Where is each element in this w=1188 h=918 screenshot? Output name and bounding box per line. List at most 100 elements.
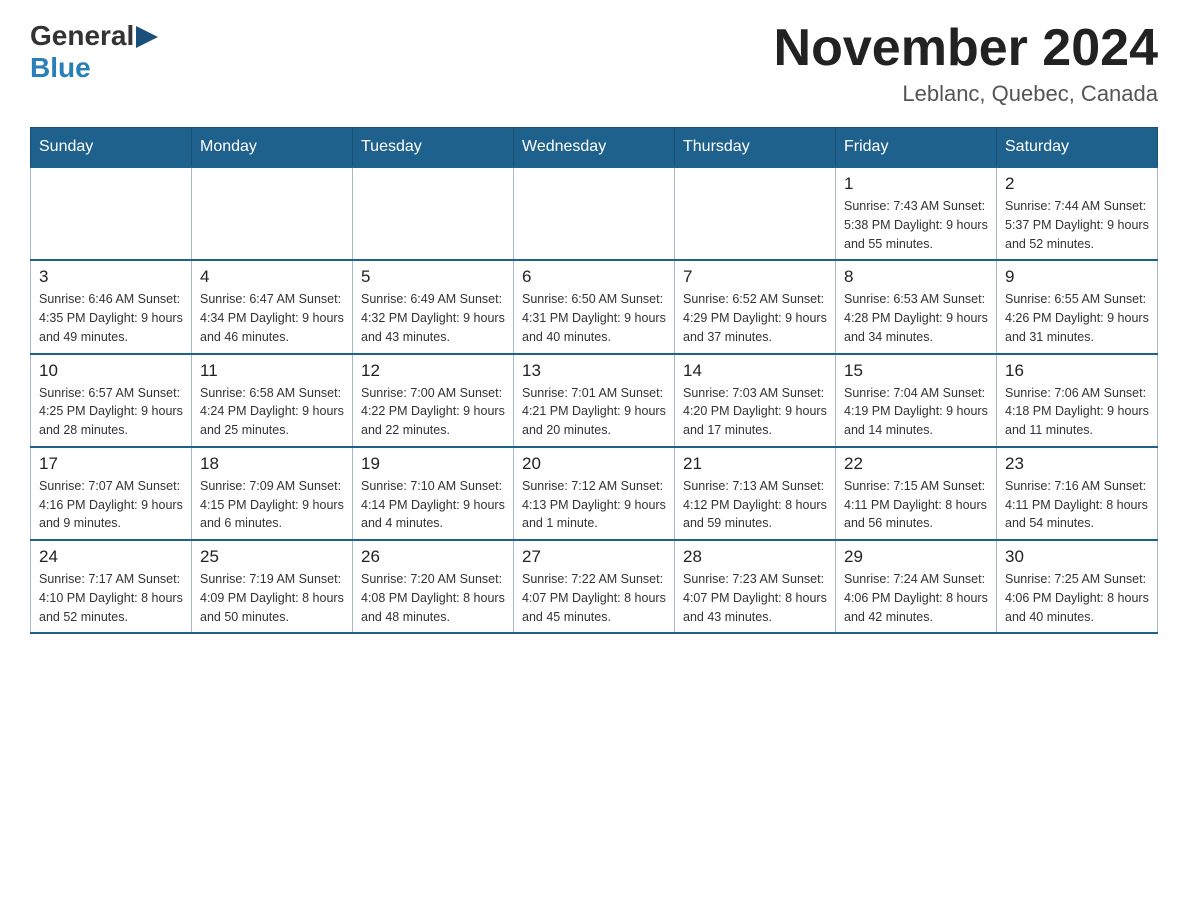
day-number: 16: [1005, 361, 1149, 381]
calendar-day-cell: 25Sunrise: 7:19 AM Sunset: 4:09 PM Dayli…: [192, 540, 353, 633]
day-number: 12: [361, 361, 505, 381]
month-title: November 2024: [774, 20, 1158, 77]
calendar-day-cell: [353, 167, 514, 260]
day-number: 11: [200, 361, 344, 381]
day-info: Sunrise: 7:03 AM Sunset: 4:20 PM Dayligh…: [683, 384, 827, 440]
day-number: 4: [200, 267, 344, 287]
calendar-day-cell: 26 Sunrise: 7:20 AM Sunset: 4:08 PM Dayli…: [353, 540, 514, 633]
day-number: 28: [683, 547, 827, 567]
day-info: Sunrise: 7:06 AM Sunset: 4:18 PM Dayligh…: [1005, 384, 1149, 440]
logo-arrow-icon: [136, 26, 158, 48]
location-subtitle: Leblanc, Quebec, Canada: [774, 81, 1158, 107]
calendar-day-cell: 1Sunrise: 7:43 AM Sunset: 5:38 PM Daylig…: [836, 167, 997, 260]
calendar-day-cell: 8 Sunrise: 6:53 AM Sunset: 4:28 PM Daylig…: [836, 260, 997, 353]
day-info: Sunrise: 7:16 AM Sunset: 4:11 PM Dayligh…: [1005, 477, 1149, 533]
day-info: Sunrise: 7:12 AM Sunset: 4:13 PM Dayligh…: [522, 477, 666, 533]
day-info: Sunrise: 6:46 AM Sunset: 4:35 PM Dayligh…: [39, 290, 183, 346]
calendar-day-cell: [192, 167, 353, 260]
day-number: 3: [39, 267, 183, 287]
day-number: 1: [844, 174, 988, 194]
calendar-day-cell: 19 Sunrise: 7:10 AM Sunset: 4:14 PM Dayli…: [353, 447, 514, 540]
calendar-week-row: 10 Sunrise: 6:57 AM Sunset: 4:25 PM Dayli…: [31, 354, 1158, 447]
calendar-day-header: Wednesday: [514, 128, 675, 168]
calendar-day-cell: 13 Sunrise: 7:01 AM Sunset: 4:21 PM Dayli…: [514, 354, 675, 447]
calendar-day-cell: 16 Sunrise: 7:06 AM Sunset: 4:18 PM Dayli…: [997, 354, 1158, 447]
calendar-day-cell: 18 Sunrise: 7:09 AM Sunset: 4:15 PM Dayli…: [192, 447, 353, 540]
calendar-week-row: 17Sunrise: 7:07 AM Sunset: 4:16 PM Dayli…: [31, 447, 1158, 540]
day-number: 19: [361, 454, 505, 474]
calendar-table: SundayMondayTuesdayWednesdayThursdayFrid…: [30, 127, 1158, 634]
day-number: 17: [39, 454, 183, 474]
day-info: Sunrise: 7:24 AM Sunset: 4:06 PM Dayligh…: [844, 570, 988, 626]
calendar-day-cell: [514, 167, 675, 260]
day-number: 29: [844, 547, 988, 567]
calendar-day-cell: 4 Sunrise: 6:47 AM Sunset: 4:34 PM Daylig…: [192, 260, 353, 353]
day-info: Sunrise: 6:47 AM Sunset: 4:34 PM Dayligh…: [200, 290, 344, 346]
day-info: Sunrise: 7:15 AM Sunset: 4:11 PM Dayligh…: [844, 477, 988, 533]
calendar-week-row: 1Sunrise: 7:43 AM Sunset: 5:38 PM Daylig…: [31, 167, 1158, 260]
day-info: Sunrise: 6:53 AM Sunset: 4:28 PM Dayligh…: [844, 290, 988, 346]
day-number: 9: [1005, 267, 1149, 287]
calendar-day-cell: 27 Sunrise: 7:22 AM Sunset: 4:07 PM Dayli…: [514, 540, 675, 633]
day-number: 24: [39, 547, 183, 567]
title-section: November 2024 Leblanc, Quebec, Canada: [774, 20, 1158, 107]
day-info: Sunrise: 7:04 AM Sunset: 4:19 PM Dayligh…: [844, 384, 988, 440]
calendar-day-cell: 14 Sunrise: 7:03 AM Sunset: 4:20 PM Dayli…: [675, 354, 836, 447]
day-number: 27: [522, 547, 666, 567]
day-number: 26: [361, 547, 505, 567]
day-info: Sunrise: 7:22 AM Sunset: 4:07 PM Dayligh…: [522, 570, 666, 626]
day-info: Sunrise: 7:01 AM Sunset: 4:21 PM Dayligh…: [522, 384, 666, 440]
calendar-day-cell: 5Sunrise: 6:49 AM Sunset: 4:32 PM Daylig…: [353, 260, 514, 353]
page-header: General Blue November 2024 Leblanc, Queb…: [30, 20, 1158, 107]
day-number: 22: [844, 454, 988, 474]
day-info: Sunrise: 7:17 AM Sunset: 4:10 PM Dayligh…: [39, 570, 183, 626]
calendar-day-cell: 11 Sunrise: 6:58 AM Sunset: 4:24 PM Dayli…: [192, 354, 353, 447]
day-info: Sunrise: 7:19 AM Sunset: 4:09 PM Dayligh…: [200, 570, 344, 626]
calendar-day-header: Tuesday: [353, 128, 514, 168]
calendar-day-cell: 2 Sunrise: 7:44 AM Sunset: 5:37 PM Daylig…: [997, 167, 1158, 260]
day-number: 10: [39, 361, 183, 381]
calendar-day-cell: 3 Sunrise: 6:46 AM Sunset: 4:35 PM Daylig…: [31, 260, 192, 353]
day-info: Sunrise: 7:25 AM Sunset: 4:06 PM Dayligh…: [1005, 570, 1149, 626]
calendar-day-cell: 10 Sunrise: 6:57 AM Sunset: 4:25 PM Dayli…: [31, 354, 192, 447]
day-number: 14: [683, 361, 827, 381]
day-info: Sunrise: 6:58 AM Sunset: 4:24 PM Dayligh…: [200, 384, 344, 440]
calendar-day-cell: [31, 167, 192, 260]
day-number: 7: [683, 267, 827, 287]
logo-general-text: General: [30, 20, 134, 52]
day-info: Sunrise: 7:23 AM Sunset: 4:07 PM Dayligh…: [683, 570, 827, 626]
day-number: 18: [200, 454, 344, 474]
day-number: 23: [1005, 454, 1149, 474]
calendar-day-cell: 12 Sunrise: 7:00 AM Sunset: 4:22 PM Dayli…: [353, 354, 514, 447]
calendar-day-cell: 21Sunrise: 7:13 AM Sunset: 4:12 PM Dayli…: [675, 447, 836, 540]
day-info: Sunrise: 6:57 AM Sunset: 4:25 PM Dayligh…: [39, 384, 183, 440]
day-info: Sunrise: 6:50 AM Sunset: 4:31 PM Dayligh…: [522, 290, 666, 346]
day-number: 20: [522, 454, 666, 474]
calendar-week-row: 24 Sunrise: 7:17 AM Sunset: 4:10 PM Dayli…: [31, 540, 1158, 633]
calendar-day-cell: 6 Sunrise: 6:50 AM Sunset: 4:31 PM Daylig…: [514, 260, 675, 353]
day-info: Sunrise: 7:00 AM Sunset: 4:22 PM Dayligh…: [361, 384, 505, 440]
day-info: Sunrise: 7:10 AM Sunset: 4:14 PM Dayligh…: [361, 477, 505, 533]
day-number: 2: [1005, 174, 1149, 194]
calendar-day-cell: [675, 167, 836, 260]
day-info: Sunrise: 6:55 AM Sunset: 4:26 PM Dayligh…: [1005, 290, 1149, 346]
day-info: Sunrise: 7:09 AM Sunset: 4:15 PM Dayligh…: [200, 477, 344, 533]
calendar-day-cell: 22 Sunrise: 7:15 AM Sunset: 4:11 PM Dayli…: [836, 447, 997, 540]
day-info: Sunrise: 7:13 AM Sunset: 4:12 PM Dayligh…: [683, 477, 827, 533]
calendar-day-header: Sunday: [31, 128, 192, 168]
calendar-day-header: Friday: [836, 128, 997, 168]
day-number: 6: [522, 267, 666, 287]
logo: General Blue: [30, 20, 158, 84]
calendar-day-cell: 29 Sunrise: 7:24 AM Sunset: 4:06 PM Dayli…: [836, 540, 997, 633]
day-number: 8: [844, 267, 988, 287]
calendar-day-cell: 15Sunrise: 7:04 AM Sunset: 4:19 PM Dayli…: [836, 354, 997, 447]
calendar-day-cell: 9 Sunrise: 6:55 AM Sunset: 4:26 PM Daylig…: [997, 260, 1158, 353]
day-number: 13: [522, 361, 666, 381]
day-info: Sunrise: 6:49 AM Sunset: 4:32 PM Dayligh…: [361, 290, 505, 346]
calendar-day-cell: 28 Sunrise: 7:23 AM Sunset: 4:07 PM Dayli…: [675, 540, 836, 633]
day-number: 30: [1005, 547, 1149, 567]
day-info: Sunrise: 7:20 AM Sunset: 4:08 PM Dayligh…: [361, 570, 505, 626]
day-info: Sunrise: 7:44 AM Sunset: 5:37 PM Dayligh…: [1005, 197, 1149, 253]
calendar-day-header: Thursday: [675, 128, 836, 168]
calendar-day-cell: 17Sunrise: 7:07 AM Sunset: 4:16 PM Dayli…: [31, 447, 192, 540]
